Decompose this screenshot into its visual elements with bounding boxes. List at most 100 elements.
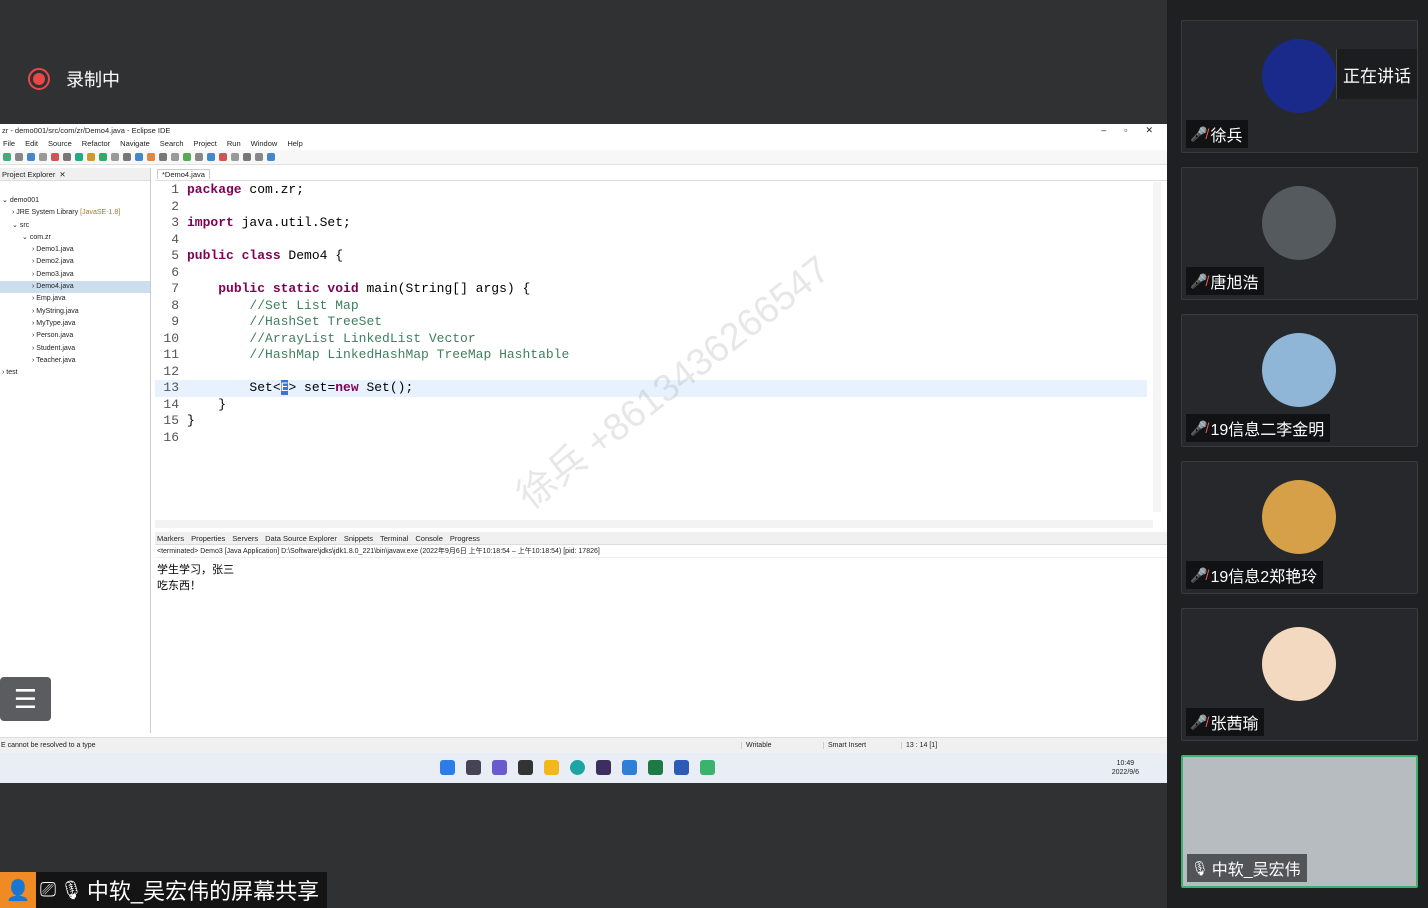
- horizontal-scrollbar[interactable]: [155, 520, 1153, 528]
- toolbar-button-icon[interactable]: [123, 153, 131, 161]
- edge-icon[interactable]: [570, 760, 585, 775]
- tree-item[interactable]: › MyString.java: [0, 306, 150, 318]
- close-icon[interactable]: ✕: [1145, 125, 1153, 136]
- toolbar-button-icon[interactable]: [3, 153, 11, 161]
- participant-tile[interactable]: 🎤̸ 19信息二李金明: [1181, 314, 1418, 447]
- tab-servers[interactable]: Servers: [232, 534, 258, 543]
- excel-icon[interactable]: [648, 760, 663, 775]
- participant-tile[interactable]: 正在讲话 🎤̸ 徐兵: [1181, 20, 1418, 153]
- vertical-scrollbar[interactable]: [1153, 182, 1161, 512]
- menu-item-file[interactable]: File: [3, 139, 15, 148]
- tab-terminal[interactable]: Terminal: [380, 534, 408, 543]
- system-clock[interactable]: 10:49 2022/9/6: [1112, 759, 1139, 777]
- toolbar-button-icon[interactable]: [231, 153, 239, 161]
- tree-item-label: com.zr: [29, 233, 51, 241]
- toolbar-button-icon[interactable]: [207, 153, 215, 161]
- toolbar-button-icon[interactable]: [99, 153, 107, 161]
- tree-item[interactable]: › Teacher.java: [0, 355, 150, 367]
- menu-item-search[interactable]: Search: [160, 139, 184, 148]
- clapper-icon[interactable]: [518, 760, 533, 775]
- tree-item[interactable]: ⌄ src: [0, 220, 150, 232]
- code-line[interactable]: 2: [155, 199, 1147, 216]
- tab-markers[interactable]: Markers: [157, 534, 184, 543]
- tree-item[interactable]: › Emp.java: [0, 293, 150, 305]
- toolbar-button-icon[interactable]: [267, 153, 275, 161]
- toolbar-button-icon[interactable]: [51, 153, 59, 161]
- file-explorer-icon[interactable]: [544, 760, 559, 775]
- tree-item[interactable]: › Demo1.java: [0, 244, 150, 256]
- participant-tile[interactable]: 🎙 中软_吴宏伟: [1181, 755, 1418, 888]
- menu-item-window[interactable]: Window: [251, 139, 278, 148]
- tab-progress[interactable]: Progress: [450, 534, 480, 543]
- code-line[interactable]: 10 //ArrayList LinkedList Vector: [155, 331, 1147, 348]
- toolbar-button-icon[interactable]: [243, 153, 251, 161]
- code-line[interactable]: 9 //HashSet TreeSet: [155, 314, 1147, 331]
- toolbar-button-icon[interactable]: [27, 153, 35, 161]
- toolbar-button-icon[interactable]: [183, 153, 191, 161]
- tree-item[interactable]: ⌄ com.zr: [0, 232, 150, 244]
- toolbar-button-icon[interactable]: [63, 153, 71, 161]
- tree-item[interactable]: › Student.java: [0, 343, 150, 355]
- tree-item[interactable]: › Person.java: [0, 330, 150, 342]
- meeting-app-icon[interactable]: [622, 760, 637, 775]
- maximize-icon[interactable]: ▫: [1124, 125, 1127, 136]
- toolbar-button-icon[interactable]: [39, 153, 47, 161]
- expand-icon[interactable]: ⌄: [22, 234, 30, 241]
- expand-icon[interactable]: ⌄: [12, 222, 20, 229]
- menu-item-project[interactable]: Project: [194, 139, 217, 148]
- tree-item[interactable]: › MyType.java: [0, 318, 150, 330]
- media-icon[interactable]: [492, 760, 507, 775]
- menu-item-navigate[interactable]: Navigate: [120, 139, 150, 148]
- toolbar-button-icon[interactable]: [255, 153, 263, 161]
- menu-item-refactor[interactable]: Refactor: [82, 139, 110, 148]
- toolbar-button-icon[interactable]: [147, 153, 155, 161]
- menu-item-source[interactable]: Source: [48, 139, 72, 148]
- code-area[interactable]: 1 package com.zr; 2 3 import java.util.Set; 4…: [155, 182, 1155, 517]
- start-icon[interactable]: [440, 760, 455, 775]
- notes-icon[interactable]: [700, 760, 715, 775]
- toolbar-button-icon[interactable]: [87, 153, 95, 161]
- code-line[interactable]: 4: [155, 232, 1147, 249]
- tree-item[interactable]: › Demo3.java: [0, 269, 150, 281]
- toolbar-button-icon[interactable]: [159, 153, 167, 161]
- code-line[interactable]: 6: [155, 265, 1147, 282]
- tab-demo4[interactable]: *Demo4.java: [155, 168, 1167, 181]
- code-line[interactable]: 1 package com.zr;: [155, 182, 1147, 199]
- participant-tile[interactable]: 🎤̸ 19信息2郑艳玲: [1181, 461, 1418, 594]
- eclipse-icon[interactable]: [596, 760, 611, 775]
- toolbar-button-icon[interactable]: [15, 153, 23, 161]
- participant-tile[interactable]: 🎤̸ 唐旭浩: [1181, 167, 1418, 300]
- list-menu-button[interactable]: ☰: [0, 677, 51, 721]
- tree-item[interactable]: › JRE System Library [JavaSE-1.8]: [0, 207, 150, 219]
- task-view-icon[interactable]: [466, 760, 481, 775]
- toolbar-button-icon[interactable]: [195, 153, 203, 161]
- word-icon[interactable]: [674, 760, 689, 775]
- menu-item-help[interactable]: Help: [287, 139, 302, 148]
- tab-project-explorer[interactable]: Project Explorer ✕: [0, 168, 150, 181]
- toolbar-button-icon[interactable]: [171, 153, 179, 161]
- tree-item[interactable]: › test: [0, 367, 150, 379]
- tab-snippets[interactable]: Snippets: [344, 534, 373, 543]
- code-line[interactable]: 7 public static void main(String[] args)…: [155, 281, 1147, 298]
- toolbar-button-icon[interactable]: [135, 153, 143, 161]
- code-line[interactable]: 16: [155, 430, 1147, 447]
- toolbar-button-icon[interactable]: [75, 153, 83, 161]
- name-bar: 🎤̸ 19信息二李金明: [1186, 414, 1331, 442]
- toolbar-button-icon[interactable]: [219, 153, 227, 161]
- menu-item-run[interactable]: Run: [227, 139, 241, 148]
- close-icon[interactable]: ✕: [59, 170, 65, 179]
- participant-tile[interactable]: 🎤̸ 张茜瑜: [1181, 608, 1418, 741]
- code-line[interactable]: 8 //Set List Map: [155, 298, 1147, 315]
- code-line[interactable]: 3 import java.util.Set;: [155, 215, 1147, 232]
- tab-console[interactable]: Console: [415, 534, 443, 543]
- tree-item[interactable]: ⌄ demo001: [0, 195, 150, 207]
- tab-properties[interactable]: Properties: [191, 534, 225, 543]
- minimize-icon[interactable]: –: [1101, 125, 1106, 136]
- menu-item-edit[interactable]: Edit: [25, 139, 38, 148]
- code-line[interactable]: 5 public class Demo4 {: [155, 248, 1147, 265]
- tree-item[interactable]: › Demo4.java: [0, 281, 150, 294]
- toolbar-button-icon[interactable]: [111, 153, 119, 161]
- expand-icon[interactable]: ⌄: [2, 197, 10, 204]
- tab-data-source-explorer[interactable]: Data Source Explorer: [265, 534, 337, 543]
- tree-item[interactable]: › Demo2.java: [0, 256, 150, 268]
